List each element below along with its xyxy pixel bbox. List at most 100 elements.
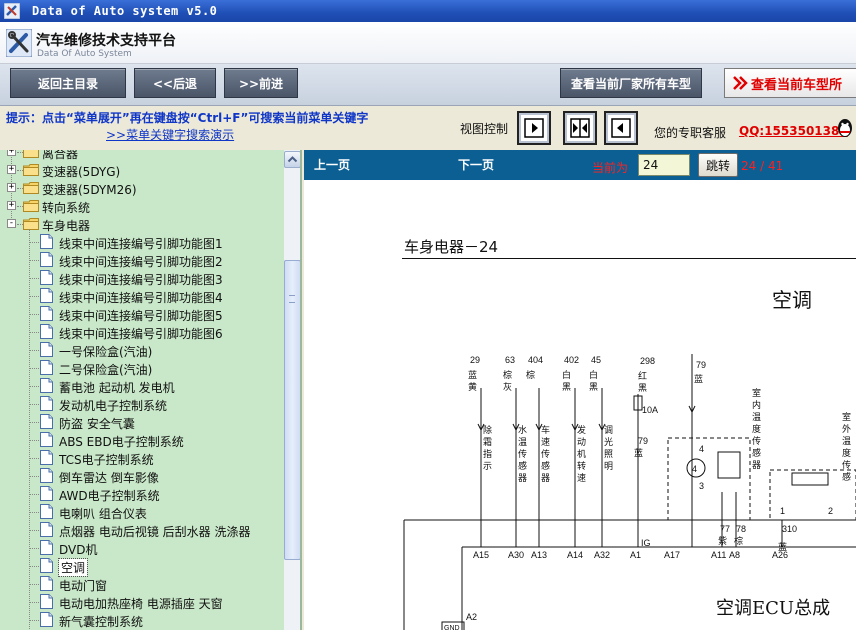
document-icon <box>40 288 53 303</box>
expand-icon[interactable]: + <box>7 150 16 156</box>
ecu-pin-label: A2 <box>466 612 477 622</box>
tree-folder[interactable]: + 转向系统 <box>0 197 284 215</box>
prev-page-link[interactable]: 上一页 <box>314 156 350 173</box>
tree-item[interactable]: 二号保险盒(汽油) <box>0 359 284 377</box>
document-icon <box>40 576 53 591</box>
tree-item[interactable]: 发动机电子控制系统 <box>0 395 284 413</box>
tree-item[interactable]: 一号保险盒(汽油) <box>0 341 284 359</box>
tree-item-label: 电动门窗 <box>59 579 108 593</box>
home-button[interactable]: 返回主目录 <box>10 68 126 98</box>
expand-icon[interactable]: + <box>7 201 16 210</box>
fuse-rating: 10A <box>642 405 658 415</box>
tree-item-label: 空调 <box>57 558 89 577</box>
brand-header: 汽车维修技术支持平台 Data Of Auto System <box>0 22 856 64</box>
tree-item[interactable]: AWD电子控制系统 <box>0 485 284 503</box>
tree-item-label: 新气囊控制系统 <box>59 615 144 629</box>
tools-logo-icon <box>6 29 32 57</box>
wire-number: 77 <box>720 524 730 534</box>
document-icon <box>40 396 53 411</box>
expand-icon[interactable]: + <box>7 183 16 192</box>
scroll-up-button[interactable] <box>284 151 300 168</box>
tree-item-label: 线束中间连接编号引脚功能图5 <box>59 309 223 323</box>
wire-number: 78 <box>736 524 746 534</box>
tree-item[interactable]: 电动门窗 <box>0 575 284 593</box>
thermistor-symbol <box>717 451 741 479</box>
qq-penguin-icon[interactable] <box>836 118 854 138</box>
search-demo-link[interactable]: >>菜单关键字搜索演示 <box>106 126 234 143</box>
scroll-thumb[interactable] <box>284 260 300 560</box>
chevron-up-icon <box>287 156 298 163</box>
current-page-label: 当前为 <box>592 161 629 175</box>
tree-item[interactable]: DVD机 <box>0 539 284 557</box>
tree-item[interactable]: 空调 <box>0 557 284 577</box>
current-model-label: 查看当前车型所 <box>751 77 843 93</box>
tree-connector <box>30 386 39 387</box>
tree-item[interactable]: TCS电子控制系统 <box>0 449 284 467</box>
document-icon <box>40 468 53 483</box>
tree-connector <box>30 368 39 369</box>
tree-folder[interactable]: + 变速器(5DYM26) <box>0 179 284 197</box>
forward-button[interactable]: >>前进 <box>224 68 298 98</box>
expand-icon[interactable]: + <box>7 165 16 174</box>
tree-item[interactable]: 蓄电池 起动机 发电机 <box>0 377 284 395</box>
ecu-pin-label: A30 <box>508 550 524 560</box>
wire-color: 红黑 <box>637 370 647 395</box>
tree-folder[interactable]: + 变速器(5DYG) <box>0 161 284 179</box>
tree-item-label: ABS EBD电子控制系统 <box>59 435 184 449</box>
tree-item[interactable]: 新气囊控制系统 <box>0 611 284 629</box>
document-view: 车身电器－24 空调 空调ECU总成 29 蓝黄 除霜指示 A15 63 棕灰 水温传感器 A… <box>304 180 856 630</box>
go-button[interactable]: 跳转 <box>698 153 738 177</box>
tree-item[interactable]: ABS EBD电子控制系统 <box>0 431 284 449</box>
sensor-pin-number: 1 <box>780 506 785 516</box>
wire-number: 310 <box>782 524 797 534</box>
brand-subtitle: Data Of Auto System <box>37 49 132 59</box>
tree-item[interactable]: 线束中间连接编号引脚功能图4 <box>0 287 284 305</box>
document-icon <box>40 432 53 447</box>
current-model-button[interactable]: 查看当前车型所 <box>724 68 856 98</box>
tree-item[interactable]: 线束中间连接编号引脚功能图1 <box>0 233 284 251</box>
next-page-link[interactable]: 下一页 <box>458 156 494 173</box>
tree-item[interactable]: 线束中间连接编号引脚功能图5 <box>0 305 284 323</box>
wire-color: 紫 <box>717 536 727 548</box>
tree-item[interactable]: 线束中间连接编号引脚功能图6 <box>0 323 284 341</box>
tree-item[interactable]: 电喇叭 组合仪表 <box>0 503 284 521</box>
inner-sensor-label: 室内温度传感器 <box>751 387 761 472</box>
tree-item-label: 线束中间连接编号引脚功能图6 <box>59 327 223 341</box>
collapse-icon[interactable]: - <box>7 219 16 228</box>
tree-item[interactable]: 防盗 安全气囊 <box>0 413 284 431</box>
sidebar-scrollbar[interactable] <box>284 150 300 630</box>
tree-item[interactable]: 电动电加热座椅 电源插座 天窗 <box>0 593 284 611</box>
wire-number: 63 <box>505 355 515 365</box>
document-icon <box>40 612 53 627</box>
qq-link[interactable]: QQ:1553501388 <box>739 124 848 138</box>
view-split-button[interactable] <box>563 111 597 145</box>
tree-item-label: 倒车雷达 倒车影像 <box>59 471 159 485</box>
sidebar: + 离合器 + 变速器(5DYG) + 变速器(5DYM26) + 转向系统 - 车身电器 线束中间… <box>0 150 302 630</box>
tree-connector <box>30 422 39 423</box>
wire-color: 棕 <box>733 535 743 548</box>
tree-folder-label: 车身电器 <box>42 219 91 233</box>
tree-item[interactable]: 线束中间连接编号引脚功能图2 <box>0 251 284 269</box>
document-icon <box>40 450 53 465</box>
back-button[interactable]: <<后退 <box>134 68 216 98</box>
tree-folder[interactable]: - 车身电器 <box>0 215 284 233</box>
view-expand-right-button[interactable] <box>517 111 551 145</box>
tree-item[interactable]: 点烟器 电动后视镜 后刮水器 洗涤器 <box>0 521 284 539</box>
tree-connector <box>30 620 39 621</box>
tree-connector <box>30 404 39 405</box>
ecu-pin-label: A8 <box>729 550 740 560</box>
tree-folder-label: 变速器(5DYM26) <box>42 183 137 197</box>
scroll-grip <box>289 295 295 303</box>
document-icon <box>40 414 53 429</box>
wire-color: 蓝 <box>693 373 703 386</box>
window-titlebar: Data of Auto system v5.0 <box>0 0 856 22</box>
wire-number: 298 <box>640 356 655 366</box>
all-models-button[interactable]: 查看当前厂家所有车型 <box>560 68 702 98</box>
page-number-input[interactable]: 24 <box>638 154 690 176</box>
view-expand-left-button[interactable] <box>604 111 638 145</box>
tree-connector <box>30 494 39 495</box>
tree-item[interactable]: 倒车雷达 倒车影像 <box>0 467 284 485</box>
tree-folder[interactable]: + 离合器 <box>0 150 284 161</box>
tree-connector <box>30 566 39 567</box>
tree-item[interactable]: 线束中间连接编号引脚功能图3 <box>0 269 284 287</box>
